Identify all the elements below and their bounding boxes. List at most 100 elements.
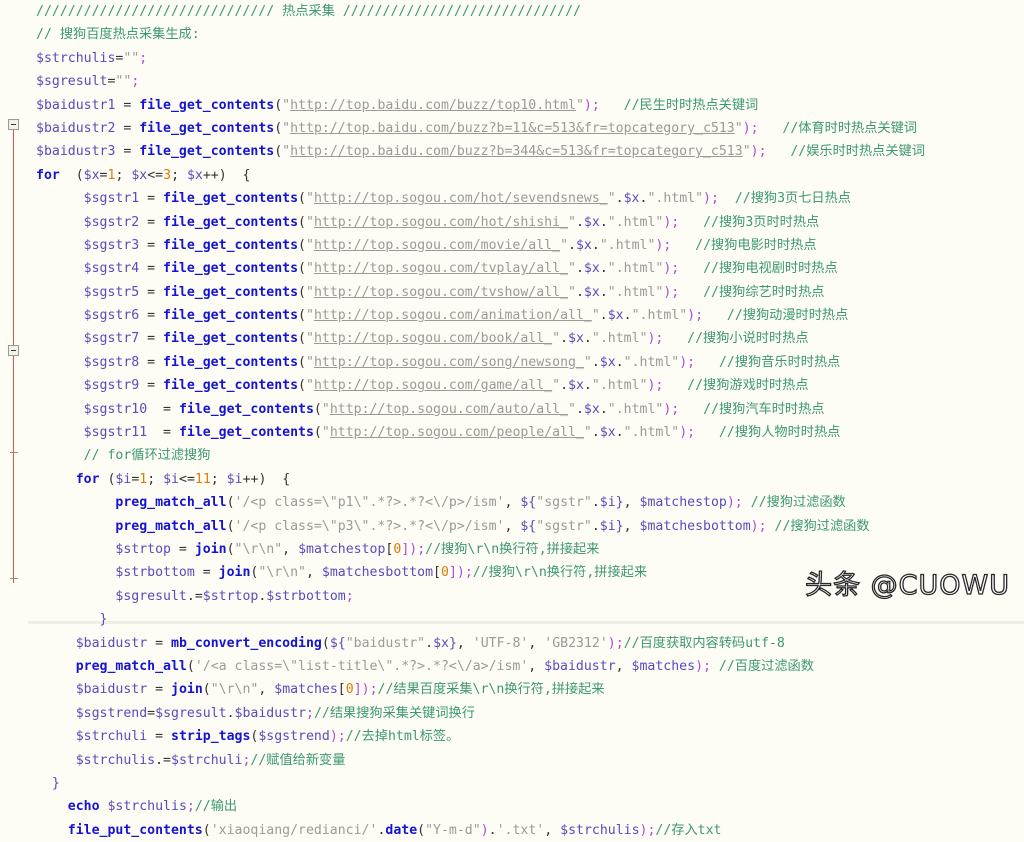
code-line[interactable]: $sgstr5 = file_get_contents("http://top.… [36,281,1024,304]
code-line[interactable]: // 搜狗百度热点采集生成: [36,23,1024,46]
code-token: http://top.sogou.com/tvplay/all_ [313,261,569,277]
code-token: ) [480,822,489,838]
code-token: $x [433,635,449,651]
code-line[interactable]: preg_match_all('/<a class=\"list-title\"… [36,655,1024,678]
code-token: file_get_contents [178,425,314,441]
code-token: $x [607,308,624,324]
outer-for-fold[interactable] [8,119,19,130]
code-token: ".html" [607,401,664,417]
code-line[interactable]: $sgstr6 = file_get_contents("http://top.… [36,304,1024,327]
code-token: $strchulis [107,799,187,815]
code-line[interactable]: file_put_contents('xiaoqiang/redianci/'.… [36,819,1024,842]
code-line[interactable]: echo $strchulis;//输出 [36,795,1024,818]
code-line[interactable]: $sgstr4 = file_get_contents("http://top.… [36,257,1024,280]
code-line[interactable]: $sgresult=""; [36,70,1024,93]
code-token: " [560,237,569,253]
code-token: '.txt' [496,822,545,838]
code-line[interactable]: $sgstr3 = file_get_contents("http://top.… [36,234,1024,257]
code-token: 11 [194,471,211,487]
code-line[interactable]: for ($x=1; $x<=3; $x++) { [36,164,1024,187]
code-token: ( [202,682,211,698]
code-token: $x [568,331,584,347]
code-token: } [36,612,108,628]
code-line[interactable]: ////////////////////////////// 热点采集 ////… [36,0,1024,23]
code-token: ( [226,518,235,534]
code-line[interactable]: $sgstr11 = file_get_contents("http://top… [36,421,1024,444]
code-token: " [282,97,291,113]
code-token: 'xiaoqiang/redianci/' [210,822,378,838]
code-content[interactable]: ////////////////////////////// 热点采集 ////… [36,0,1024,838]
code-token: " [305,214,314,230]
code-token: $x [583,401,600,417]
code-line[interactable]: $baidustr = join("\r\n", $matches[0]);//… [36,678,1024,701]
code-line[interactable]: $baidustr1 = file_get_contents("http://t… [36,94,1024,117]
code-line[interactable]: $strchuli = strip_tags($sgstrend);//去掉ht… [36,725,1024,748]
code-token: ); [663,261,680,277]
code-line[interactable]: } [36,772,1024,795]
code-token: $sgstr1 [83,191,140,207]
code-token: //结果搜狗采集关键词换行 [313,705,475,721]
code-token: for [75,471,100,487]
code-token: $sgstr5 [83,284,140,300]
code-token: //百度过滤函数 [718,658,814,674]
code-token: = [147,425,179,441]
code-token: $x [623,191,640,207]
code-line[interactable]: $strchulis=""; [36,47,1024,70]
code-token: . [599,261,608,277]
code-line[interactable]: $baidustr2 = file_get_contents("http://t… [36,117,1024,140]
code-token: ( [313,401,322,417]
code-line[interactable]: $strtop = join("\r\n", $matchestop[0]);/… [36,538,1024,561]
code-token: ( [298,308,306,324]
code-line[interactable]: $sgstr8 = file_get_contents("http://top.… [36,351,1024,374]
code-line[interactable]: for ($i=1; $i<=11; $i++) { [36,468,1024,491]
code-token: http://top.baidu.com/buzz?b=344&c=513&fr… [290,144,743,160]
code-token: $matchestop [298,541,386,557]
code-line[interactable]: $strchulis.=$strchuli;//赋值给新变量 [36,749,1024,772]
code-token: ( [59,167,84,183]
code-line[interactable]: $baidustr3 = file_get_contents("http://t… [36,140,1024,163]
code-line[interactable]: $sgstr10 = file_get_contents("http://top… [36,398,1024,421]
code-token: ; [139,50,148,66]
code-token: file_get_contents [163,284,299,300]
code-token: ( [274,97,283,113]
code-line[interactable]: // for循环过滤搜狗 [36,444,1024,467]
code-token: ); [663,401,680,417]
code-line[interactable]: $sgstr9 = file_get_contents("http://top.… [36,374,1024,397]
code-token: $sgstrend [258,729,330,745]
code-line[interactable]: $baidustr = mb_convert_encoding(${"baidu… [36,632,1024,655]
code-token: ; [171,167,187,183]
inner-for-fold[interactable] [8,345,19,356]
code-line[interactable]: preg_match_all('/<p class=\"p3\".*?>.*?<… [36,515,1024,538]
code-line[interactable]: } [36,608,1024,631]
code-token: = [139,308,164,324]
code-line[interactable]: $sgstr7 = file_get_contents("http://top.… [36,327,1024,350]
code-token: 'GB2312' [544,635,608,651]
code-token: //搜狗音乐时时热点 [718,354,841,370]
code-token: file_get_contents [139,97,275,113]
code-token: //体育时时热点关键词 [782,120,917,136]
code-token: " [305,284,314,300]
code-token: ( [298,237,306,253]
code-token: ${ [329,635,346,651]
code-token: " [305,191,314,207]
code-token: = [115,97,140,113]
code-token: $sgresult [155,705,227,721]
code-token: "Y-m-d" [425,822,481,838]
code-token: ); [607,635,624,651]
code-line[interactable]: $sgstr1 = file_get_contents("http://top.… [36,187,1024,210]
fold-gutter[interactable] [0,0,28,624]
code-token: "" [123,50,140,66]
code-line[interactable]: $sgstr2 = file_get_contents("http://top.… [36,211,1024,234]
code-token: //去掉html标签。 [345,729,460,745]
code-token: //搜狗综艺时时热点 [703,284,825,300]
code-token: [ [433,565,441,581]
code-line[interactable]: preg_match_all('/<p class=\"p1\".*?>.*?<… [36,491,1024,514]
code-line[interactable]: $sgstrend=$sgresult.$baidustr;//结果搜狗采集关键… [36,702,1024,725]
